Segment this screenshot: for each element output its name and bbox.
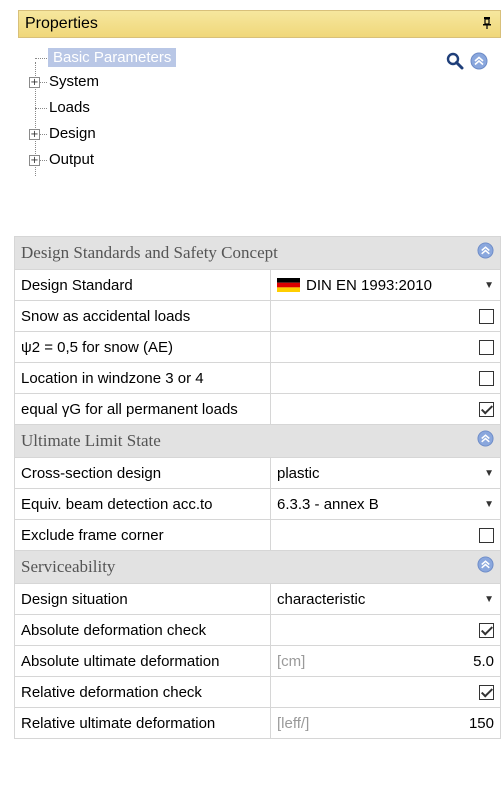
relative-deformation-input[interactable]: [leff/] 150: [270, 707, 501, 739]
tree-connector: [35, 108, 47, 109]
dropdown-value: 6.3.3 - annex B: [277, 495, 379, 513]
collapse-up-icon[interactable]: [477, 242, 494, 264]
property-row: Snow as accidental loads: [14, 300, 501, 332]
psi2-snow-checkbox[interactable]: [479, 339, 494, 355]
property-label: Cross-section design: [14, 457, 271, 489]
pin-icon[interactable]: [480, 16, 494, 32]
dropdown-arrow-icon[interactable]: ▼: [484, 280, 494, 291]
property-row: Relative ultimate deformation [leff/] 15…: [14, 707, 501, 739]
property-row: Location in windzone 3 or 4: [14, 362, 501, 394]
tree-item-system[interactable]: System: [49, 73, 99, 90]
property-label: Absolute ultimate deformation: [14, 645, 271, 677]
dropdown-arrow-icon[interactable]: ▼: [484, 594, 494, 605]
property-label: Relative ultimate deformation: [14, 707, 271, 739]
property-label: Exclude frame corner: [14, 519, 271, 551]
property-row: Design situation characteristic ▼: [14, 583, 501, 615]
property-label: equal γG for all permanent loads: [14, 393, 271, 425]
dropdown-arrow-icon[interactable]: ▼: [484, 499, 494, 510]
property-label: ψ2 = 0,5 for snow (AE): [14, 331, 271, 363]
property-row: Exclude frame corner: [14, 519, 501, 551]
tree-connector: [35, 58, 47, 59]
unit-label: [leff/]: [277, 714, 310, 732]
property-label: Location in windzone 3 or 4: [14, 362, 271, 394]
property-row: equal γG for all permanent loads: [14, 393, 501, 425]
tree-item-loads[interactable]: Loads: [49, 99, 90, 116]
exclude-frame-corner-checkbox[interactable]: [479, 527, 494, 543]
property-label: Equiv. beam detection acc.to: [14, 488, 271, 520]
property-row: Equiv. beam detection acc.to 6.3.3 - ann…: [14, 488, 501, 520]
panel-title: Properties: [25, 15, 98, 32]
property-row: Absolute ultimate deformation [cm] 5.0: [14, 645, 501, 677]
property-row: Relative deformation check: [14, 676, 501, 708]
section-header-ultimate-limit-state[interactable]: Ultimate Limit State: [14, 424, 501, 458]
unit-label: [cm]: [277, 652, 306, 670]
collapse-up-icon[interactable]: [470, 52, 488, 70]
tree-item-output[interactable]: Output: [49, 151, 94, 168]
navigation-tree: Basic Parameters + System Loads + Design…: [24, 46, 444, 186]
section-header-serviceability[interactable]: Serviceability: [14, 550, 501, 584]
design-situation-dropdown[interactable]: characteristic ▼: [270, 583, 501, 615]
property-label: Snow as accidental loads: [14, 300, 271, 332]
section-title: Design Standards and Safety Concept: [21, 243, 278, 262]
property-label: Design Standard: [14, 269, 271, 301]
property-row: ψ2 = 0,5 for snow (AE): [14, 331, 501, 363]
collapse-up-icon[interactable]: [477, 430, 494, 452]
section-title: Ultimate Limit State: [21, 431, 161, 450]
expand-icon[interactable]: +: [29, 77, 40, 88]
section-title: Serviceability: [21, 557, 116, 576]
expand-icon[interactable]: +: [29, 155, 40, 166]
snow-accidental-checkbox[interactable]: [479, 308, 494, 324]
equiv-beam-dropdown[interactable]: 6.3.3 - annex B ▼: [270, 488, 501, 520]
property-row: Design Standard DIN EN 1993:2010 ▼: [14, 269, 501, 301]
tree-item-basic-parameters[interactable]: Basic Parameters: [48, 48, 177, 67]
design-standard-dropdown[interactable]: DIN EN 1993:2010 ▼: [270, 269, 501, 301]
absolute-deformation-input[interactable]: [cm] 5.0: [270, 645, 501, 677]
property-row: Absolute deformation check: [14, 614, 501, 646]
dropdown-arrow-icon[interactable]: ▼: [484, 468, 494, 479]
numeric-value: 150: [468, 714, 494, 732]
property-label: Absolute deformation check: [14, 614, 271, 646]
property-label: Relative deformation check: [14, 676, 271, 708]
tree-toolbar: [446, 52, 488, 70]
dropdown-value: characteristic: [277, 590, 366, 608]
relative-deformation-checkbox[interactable]: [479, 684, 494, 700]
germany-flag-icon: [277, 278, 300, 292]
windzone-checkbox[interactable]: [479, 370, 494, 386]
property-grid: Design Standards and Safety Concept Desi…: [14, 236, 501, 739]
section-header-design-standards[interactable]: Design Standards and Safety Concept: [14, 236, 501, 270]
collapse-up-icon[interactable]: [477, 556, 494, 578]
equal-gamma-g-checkbox[interactable]: [479, 401, 494, 417]
expand-icon[interactable]: +: [29, 129, 40, 140]
absolute-deformation-checkbox[interactable]: [479, 622, 494, 638]
dropdown-value: plastic: [277, 464, 320, 482]
dropdown-value: DIN EN 1993:2010: [306, 276, 432, 294]
property-label: Design situation: [14, 583, 271, 615]
properties-header: Properties: [18, 10, 501, 38]
cross-section-design-dropdown[interactable]: plastic ▼: [270, 457, 501, 489]
numeric-value: 5.0: [473, 652, 494, 670]
magnifier-icon[interactable]: [446, 52, 464, 70]
property-row: Cross-section design plastic ▼: [14, 457, 501, 489]
tree-item-design[interactable]: Design: [49, 125, 96, 142]
